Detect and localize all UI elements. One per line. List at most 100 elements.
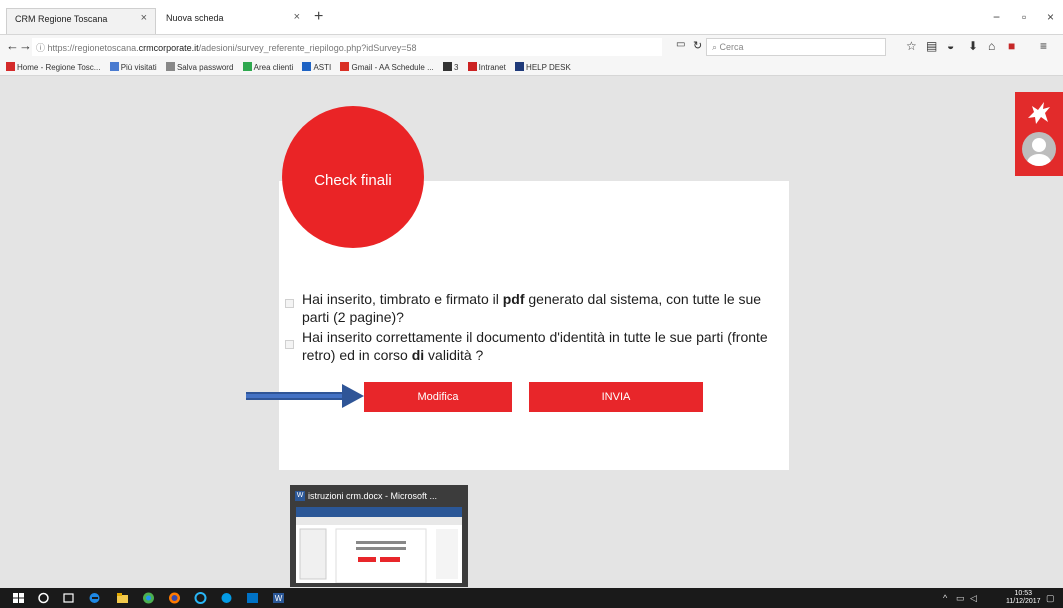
preview-title: istruzioni crm.docx - Microsoft ... (308, 491, 438, 501)
tab-label: CRM Regione Toscana (15, 14, 108, 24)
cortana-icon[interactable] (37, 592, 50, 604)
clock-date: 11/12/2017 (1006, 598, 1041, 605)
question-checkbox[interactable] (285, 299, 294, 308)
annotation-arrow-icon (246, 384, 364, 408)
edge-icon[interactable] (88, 592, 101, 604)
tab-nuova-scheda[interactable]: Nuova scheda × (158, 8, 308, 34)
word-icon: W (295, 491, 305, 501)
check-finali-badge: Check finali (282, 106, 424, 248)
chrome-icon[interactable] (142, 592, 155, 604)
question-text-bold: pdf (502, 291, 525, 307)
network-icon[interactable]: ▭ (956, 593, 965, 604)
internet-explorer-icon[interactable] (194, 592, 207, 604)
windows-taskbar: W ^ ▭ ◁ 10:53 11/12/2017 ▢ (0, 588, 1063, 608)
firefox-icon[interactable] (168, 592, 181, 604)
show-hidden-icons-icon[interactable]: ^ (943, 593, 947, 603)
windows-start-icon[interactable] (12, 592, 25, 604)
question-text: Hai inserito, timbrato e firmato il pdf … (302, 290, 775, 326)
file-explorer-icon[interactable] (116, 592, 129, 604)
bookmark-label: Salva password (176, 63, 234, 72)
bookmark-favicon (467, 62, 477, 71)
modifica-button[interactable]: Modifica (364, 382, 512, 412)
close-window-icon[interactable]: × (1047, 10, 1054, 24)
bookmark-gmail[interactable]: Gmail - AA Schedule ... (340, 62, 434, 72)
bookmark-label: Intranet (478, 63, 506, 72)
task-view-icon[interactable] (62, 592, 75, 604)
preview-image (296, 507, 462, 584)
svg-text:W: W (275, 594, 283, 603)
bookmark-favicon (515, 62, 525, 71)
home-icon[interactable]: ⌂ (988, 39, 995, 53)
search-placeholder: Cerca (719, 42, 744, 52)
info-icon[interactable]: ⓘ (36, 43, 48, 53)
outlook-icon[interactable] (246, 592, 259, 604)
tab-close-icon[interactable]: × (141, 12, 147, 24)
bookmark-favicon (165, 62, 175, 71)
bookmark-favicon (302, 62, 312, 71)
download-icon[interactable]: ⬇ (968, 39, 978, 53)
bookmark-home-regione[interactable]: Home - Regione Tosc... (6, 62, 100, 72)
question-checkbox[interactable] (285, 340, 294, 349)
bookmark-asti[interactable]: ASTI (302, 62, 331, 72)
word-taskbar-icon[interactable]: W (272, 592, 285, 604)
navigation-bar: ← → ⓘ https://regionetoscana.crmcorporat… (0, 34, 1063, 58)
bookmarks-library-icon[interactable]: ▤ (926, 39, 937, 53)
bookmark-label: HELP DESK (526, 63, 571, 72)
invia-button[interactable]: INVIA (529, 382, 703, 412)
bookmark-area-clienti[interactable]: Area clienti (242, 62, 294, 72)
bookmark-label: Area clienti (253, 63, 294, 72)
reload-icon[interactable]: ↻ (693, 39, 702, 52)
bookmark-favicon (109, 62, 119, 71)
notifications-icon[interactable]: ▢ (1046, 593, 1055, 604)
gmail-icon (340, 62, 350, 71)
word-window-preview[interactable]: W istruzioni crm.docx - Microsoft ... (290, 485, 468, 587)
question-text: Hai inserito correttamente il documento … (302, 328, 775, 364)
avatar-icon[interactable] (1022, 132, 1056, 166)
minimize-icon[interactable]: − (993, 10, 1000, 24)
forward-icon[interactable]: → (19, 38, 32, 53)
url-host: crmcorporate.it (138, 43, 199, 53)
search-icon: ⌕ (712, 42, 720, 52)
pdf-addon-icon[interactable]: ■ (1008, 39, 1015, 53)
tab-label: Nuova scheda (166, 13, 224, 23)
bookmark-intranet[interactable]: Intranet (467, 62, 506, 72)
tab-crm-regione-toscana[interactable]: CRM Regione Toscana × (6, 8, 156, 34)
bookmark-favicon (6, 62, 15, 71)
url-prefix: https://regionetoscana. (47, 43, 139, 53)
bookmark-label: Gmail - AA Schedule ... (351, 63, 434, 72)
restore-icon[interactable]: ▫ (1022, 10, 1026, 24)
bookmark-label: Home - Regione Tosc... (17, 63, 101, 72)
tab-close-icon[interactable]: × (294, 11, 300, 23)
bookmark-favicon (442, 62, 452, 71)
taskbar-clock[interactable]: 10:53 11/12/2017 (1006, 590, 1041, 606)
browser-tab-bar: CRM Regione Toscana × Nuova scheda × + −… (0, 0, 1063, 34)
url-path: /adesioni/survey_referente_riepilogo.php… (198, 43, 417, 53)
bookmark-piu-visitati[interactable]: Più visitati (109, 62, 157, 72)
bookmark-label: Più visitati (120, 63, 157, 72)
bookmark-salva-password[interactable]: Salva password (165, 62, 234, 72)
bookmarks-bar: Home - Regione Tosc... Più visitati Salv… (0, 58, 1063, 76)
new-tab-button[interactable]: + (314, 8, 323, 26)
menu-icon[interactable]: ≡ (1040, 39, 1047, 53)
question-text-part: validità ? (424, 347, 484, 363)
search-input[interactable]: ⌕ Cerca (706, 38, 886, 56)
question-text-bold: di (411, 347, 425, 363)
bookmark-label: 3 (453, 63, 459, 72)
clock-time: 10:53 (1014, 590, 1033, 597)
bookmark-info[interactable]: 3 (442, 62, 459, 72)
region-side-badge[interactable] (1015, 92, 1063, 176)
address-bar[interactable]: ⓘ https://regionetoscana.crmcorporate.it… (32, 38, 662, 56)
bookmark-label: ASTI (313, 63, 332, 72)
app-icon[interactable] (220, 592, 233, 604)
bookmark-favicon (242, 62, 252, 71)
pocket-icon[interactable]: ◒ (947, 39, 954, 53)
question-text-part: Hai inserito, timbrato e firmato il (302, 291, 503, 307)
bookmark-star-icon[interactable]: ☆ (906, 39, 917, 53)
question-text-part: Hai inserito correttamente il documento … (302, 329, 768, 363)
page-title: Check finali (314, 172, 392, 189)
reader-view-icon[interactable]: ▭ (676, 39, 685, 50)
bookmark-help-desk[interactable]: HELP DESK (515, 62, 571, 72)
back-icon[interactable]: ← (6, 38, 19, 53)
pegasus-logo-icon (1028, 102, 1050, 124)
volume-icon[interactable]: ◁ (970, 593, 977, 604)
